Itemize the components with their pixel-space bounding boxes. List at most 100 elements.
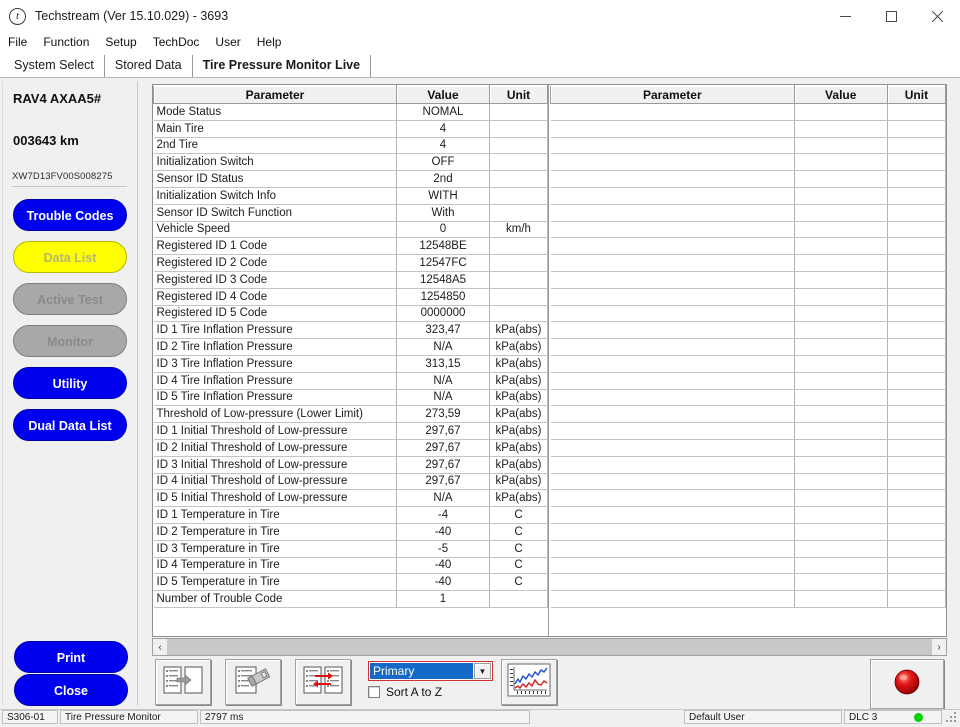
table-row[interactable]	[550, 288, 946, 306]
table-row[interactable]: Registered ID 2 Code 12547FC	[153, 254, 548, 272]
table-row[interactable]	[550, 254, 946, 272]
table-row[interactable]: ID 3 Initial Threshold of Low-pressure 29…	[153, 456, 548, 474]
data-list-button[interactable]: Data List	[13, 241, 127, 273]
table-row[interactable]	[550, 103, 946, 121]
table-row[interactable]	[550, 405, 946, 424]
scroll-left-arrow-icon[interactable]: ‹	[153, 639, 167, 655]
table-row[interactable]	[550, 204, 946, 222]
table-row[interactable]: 2nd Tire 4	[153, 137, 548, 155]
table-row[interactable]: ID 2 Tire Inflation Pressure N/A kPa(abs)	[153, 338, 548, 356]
table-row[interactable]: Initialization Switch Info WITH	[153, 187, 548, 205]
table-row[interactable]	[550, 422, 946, 440]
table-row[interactable]: ID 4 Initial Threshold of Low-pressure 29…	[153, 473, 548, 491]
table-row[interactable]: ID 1 Tire Inflation Pressure 323,47 kPa(ab…	[153, 321, 548, 340]
table-row[interactable]	[550, 439, 946, 457]
table-row[interactable]	[550, 187, 946, 205]
table-row[interactable]	[550, 221, 946, 239]
table-row[interactable]: ID 1 Initial Threshold of Low-pressure 29…	[153, 422, 548, 440]
table-row[interactable]: Registered ID 5 Code 0000000	[153, 305, 548, 323]
data-source-dropdown[interactable]: Primary ▼	[368, 661, 493, 681]
sort-a-to-z-row[interactable]: Sort A to Z	[368, 685, 442, 699]
menu-item-function[interactable]: Function	[43, 34, 97, 50]
table-row[interactable]	[550, 506, 946, 524]
table-row[interactable]	[550, 489, 946, 508]
utility-button[interactable]: Utility	[13, 367, 127, 399]
table-row[interactable]	[550, 389, 946, 407]
table-row[interactable]: Number of Trouble Code 1	[153, 590, 548, 608]
table-row[interactable]: Vehicle Speed 0 km/h	[153, 221, 548, 239]
data-grid-left[interactable]: Parameter Value Unit Mode Status NOMAL Mai…	[153, 85, 549, 636]
table-row[interactable]	[550, 305, 946, 323]
chevron-down-icon[interactable]: ▼	[474, 663, 491, 679]
table-row[interactable]: ID 4 Tire Inflation Pressure N/A kPa(abs)	[153, 372, 548, 390]
table-row[interactable]	[550, 540, 946, 558]
header-unit[interactable]: Unit	[489, 85, 548, 104]
table-row[interactable]	[550, 170, 946, 188]
table-row[interactable]	[550, 372, 946, 390]
table-row[interactable]	[550, 338, 946, 356]
table-row[interactable]: Threshold of Low-pressure (Lower Limit) 2…	[153, 405, 548, 424]
graph-view-button[interactable]	[501, 659, 557, 705]
table-row[interactable]: ID 3 Temperature in Tire -5 C	[153, 540, 548, 558]
table-row[interactable]: Mode Status NOMAL	[153, 103, 548, 121]
menu-item-setup[interactable]: Setup	[105, 34, 144, 50]
swap-lists-button[interactable]	[295, 659, 351, 705]
print-button[interactable]: Print	[14, 641, 128, 673]
resize-grip-icon[interactable]	[944, 710, 958, 724]
scroll-right-arrow-icon[interactable]: ›	[932, 639, 946, 655]
table-row[interactable]	[550, 137, 946, 155]
header-parameter[interactable]: Parameter	[153, 85, 397, 104]
table-row[interactable]	[550, 321, 946, 340]
table-row[interactable]	[550, 590, 946, 608]
table-row[interactable]: ID 5 Tire Inflation Pressure N/A kPa(abs)	[153, 389, 548, 407]
table-row[interactable]	[550, 271, 946, 289]
table-row[interactable]: Sensor ID Switch Function With	[153, 204, 548, 222]
table-row[interactable]: ID 3 Tire Inflation Pressure 313,15 kPa(ab…	[153, 355, 548, 373]
save-snapshot-button[interactable]	[225, 659, 281, 705]
table-row[interactable]	[550, 355, 946, 373]
table-row[interactable]: Main Tire 4	[153, 120, 548, 138]
record-button[interactable]	[870, 659, 944, 709]
header-value[interactable]: Value	[793, 85, 888, 104]
table-row[interactable]	[550, 557, 946, 575]
table-row[interactable]: ID 4 Temperature in Tire -40 C	[153, 557, 548, 575]
table-row[interactable]: ID 2 Temperature in Tire -40 C	[153, 523, 548, 541]
menu-item-techdoc[interactable]: TechDoc	[153, 34, 208, 50]
menu-item-user[interactable]: User	[215, 34, 248, 50]
minimize-icon[interactable]	[822, 0, 868, 32]
menu-item-help[interactable]: Help	[257, 34, 290, 50]
maximize-icon[interactable]	[868, 0, 914, 32]
trouble-codes-button[interactable]: Trouble Codes	[13, 199, 127, 231]
table-row[interactable]: Sensor ID Status 2nd	[153, 170, 548, 188]
tab-stored-data[interactable]: Stored Data	[105, 55, 193, 77]
close-icon[interactable]	[914, 0, 960, 32]
table-row[interactable]	[550, 237, 946, 256]
horizontal-scrollbar[interactable]: ‹ ›	[152, 638, 947, 656]
table-row[interactable]	[550, 573, 946, 592]
dual-data-list-button[interactable]: Dual Data List	[13, 409, 127, 441]
tab-tire-pressure-monitor-live[interactable]: Tire Pressure Monitor Live	[193, 55, 372, 77]
table-row[interactable]: ID 1 Temperature in Tire -4 C	[153, 506, 548, 524]
header-unit[interactable]: Unit	[886, 85, 946, 104]
header-value[interactable]: Value	[396, 85, 490, 104]
table-row[interactable]	[550, 120, 946, 138]
header-parameter[interactable]: Parameter	[550, 85, 795, 104]
table-row[interactable]	[550, 473, 946, 491]
menu-item-file[interactable]: File	[8, 34, 35, 50]
table-row[interactable]: Initialization Switch OFF	[153, 153, 548, 172]
sort-a-to-z-checkbox[interactable]	[368, 686, 380, 698]
scrollbar-track[interactable]	[167, 639, 932, 655]
table-row[interactable]: Registered ID 1 Code 12548BE	[153, 237, 548, 256]
move-right-button[interactable]	[155, 659, 211, 705]
table-row[interactable]: Registered ID 3 Code 12548A5	[153, 271, 548, 289]
data-grid-right[interactable]: Parameter Value Unit	[550, 85, 946, 636]
table-row[interactable]	[550, 523, 946, 541]
table-row[interactable]: Registered ID 4 Code 1254850	[153, 288, 548, 306]
table-row[interactable]	[550, 456, 946, 474]
table-row[interactable]: ID 5 Initial Threshold of Low-pressure N/…	[153, 489, 548, 508]
table-row[interactable]: ID 5 Temperature in Tire -40 C	[153, 573, 548, 592]
table-row[interactable]: ID 2 Initial Threshold of Low-pressure 29…	[153, 439, 548, 457]
tab-system-select[interactable]: System Select	[4, 55, 105, 77]
close-button[interactable]: Close	[14, 674, 128, 706]
table-row[interactable]	[550, 153, 946, 172]
